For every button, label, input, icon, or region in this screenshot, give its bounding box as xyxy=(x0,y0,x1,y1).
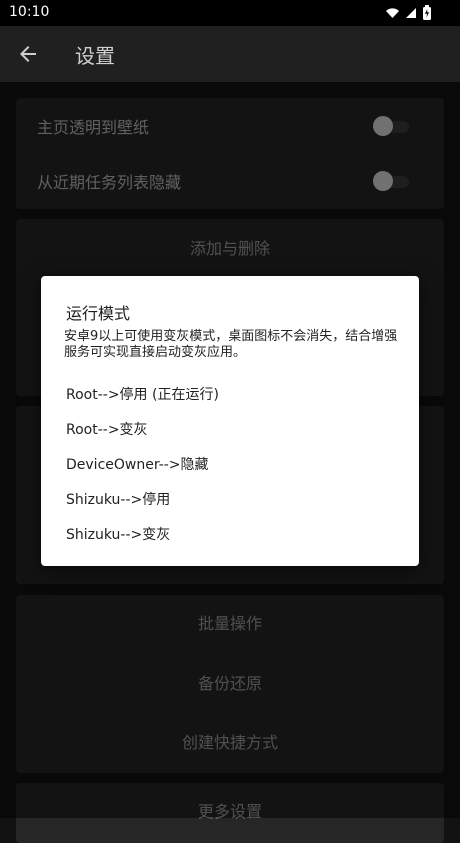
run-mode-dialog: 运行模式 安卓9以上可使用变灰模式，桌面图标不会消失，结合增强服务可实现直接启动… xyxy=(41,276,419,566)
wifi-icon xyxy=(386,8,399,18)
status-icons xyxy=(385,4,432,22)
battery-icon xyxy=(423,5,431,20)
app-bar: 设置 xyxy=(0,26,460,82)
option-label: Root-->变灰 xyxy=(66,422,148,438)
option-label: Root-->停用 (正在运行) xyxy=(66,387,219,403)
option-root-gray[interactable]: Root-->变灰 xyxy=(41,411,419,445)
dialog-description: 安卓9以上可使用变灰模式，桌面图标不会消失，结合增强服务可实现直接启动变灰应用。 xyxy=(64,329,398,360)
option-label: DeviceOwner-->隐藏 xyxy=(66,457,209,473)
status-time: 10:10 xyxy=(9,4,50,20)
option-device-owner-hide[interactable]: DeviceOwner-->隐藏 xyxy=(41,446,419,480)
option-shizuku-disable[interactable]: Shizuku-->停用 xyxy=(41,481,419,515)
dialog-title: 运行模式 xyxy=(66,304,131,323)
page-title: 设置 xyxy=(75,44,115,68)
option-label: Shizuku-->停用 xyxy=(66,492,171,508)
option-label: Shizuku-->变灰 xyxy=(66,527,171,543)
status-bar: 10:10 xyxy=(0,0,460,26)
arrow-back-icon[interactable] xyxy=(16,42,40,66)
option-shizuku-gray[interactable]: Shizuku-->变灰 xyxy=(41,516,419,550)
option-root-disable[interactable]: Root-->停用 (正在运行) xyxy=(41,376,419,410)
cell-signal-icon xyxy=(406,8,416,18)
